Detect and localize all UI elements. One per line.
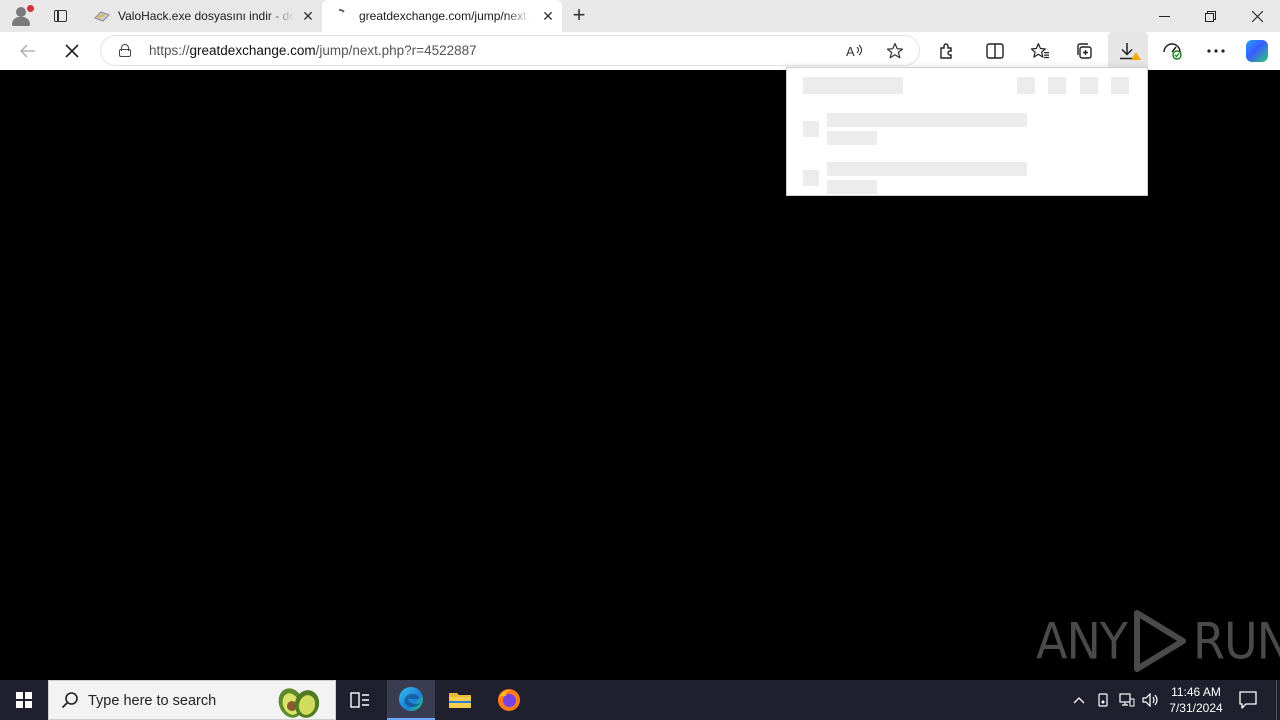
back-button[interactable] [14, 38, 42, 64]
show-hidden-icons-button[interactable] [1068, 680, 1090, 720]
favorites-icon[interactable] [1025, 38, 1055, 64]
profile-icon[interactable] [9, 4, 35, 28]
tab-valohack[interactable]: ValoHack.exe dosyasını indir - do ✕ [84, 0, 322, 32]
task-view-icon [350, 692, 369, 708]
play-icon [1133, 610, 1186, 672]
copilot-icon[interactable] [1242, 38, 1272, 64]
favorite-star-icon[interactable] [884, 41, 906, 61]
folder-icon [449, 693, 471, 708]
svg-text:A: A [846, 44, 855, 59]
taskbar-file-explorer[interactable] [436, 680, 484, 720]
browser-toolbar: https://greatdexchange.com/jump/next.php… [0, 32, 1280, 70]
collections-icon[interactable] [1069, 38, 1099, 64]
taskbar-firefox[interactable] [485, 680, 533, 720]
chevron-up-icon [1073, 697, 1085, 704]
close-window-button[interactable] [1234, 0, 1280, 32]
lock-icon[interactable] [119, 44, 131, 57]
loading-icon [338, 9, 345, 13]
downloads-button[interactable] [1108, 32, 1148, 70]
url-text[interactable]: https://greatdexchange.com/jump/next.php… [149, 43, 477, 58]
system-clock[interactable]: 11:46 AM 7/31/2024 [1160, 684, 1232, 716]
notification-icon [1239, 691, 1257, 709]
extensions-icon[interactable] [932, 38, 962, 64]
volume-icon[interactable] [1141, 680, 1161, 720]
back-arrow-icon [20, 44, 35, 58]
skeleton-button [1048, 77, 1066, 94]
skeleton-file-icon [803, 121, 819, 137]
tab-actions-icon[interactable] [48, 6, 72, 26]
split-screen-icon[interactable] [980, 38, 1010, 64]
skeleton-line [827, 113, 1027, 127]
windows-logo-icon [16, 692, 32, 708]
tab-strip: ValoHack.exe dosyasını indir - do ✕ grea… [0, 0, 1280, 32]
search-placeholder: Type here to search [88, 693, 217, 709]
more-icon[interactable] [1201, 38, 1231, 64]
edge-icon [399, 687, 423, 711]
address-bar[interactable]: https://greatdexchange.com/jump/next.php… [100, 35, 920, 66]
tab-title: greatdexchange.com/jump/next.p [359, 9, 531, 23]
skeleton-button [1017, 77, 1035, 94]
clock-time: 11:46 AM [1171, 685, 1221, 699]
restore-button[interactable] [1187, 0, 1233, 32]
avocado-icon [278, 688, 320, 718]
close-tab-icon[interactable]: ✕ [540, 8, 556, 24]
stop-icon [65, 44, 79, 58]
skeleton-line [827, 180, 877, 194]
downloads-flyout [786, 67, 1148, 196]
warning-icon [1131, 52, 1141, 60]
notifications-button[interactable] [1236, 680, 1260, 720]
stop-loading-button[interactable] [58, 38, 86, 64]
network-icon[interactable] [1117, 680, 1137, 720]
search-icon [61, 692, 78, 709]
read-aloud-icon[interactable]: A [844, 41, 866, 61]
taskbar-edge[interactable] [387, 680, 435, 720]
task-view-button[interactable] [336, 680, 384, 720]
anyrun-watermark: ANY RUN [1036, 608, 1280, 674]
clock-date: 7/31/2024 [1169, 701, 1223, 715]
skeleton-button [1080, 77, 1098, 94]
firefox-icon [498, 689, 520, 711]
device-tray-icon[interactable] [1093, 680, 1113, 720]
show-desktop-button[interactable] [1276, 680, 1280, 720]
close-tab-icon[interactable]: ✕ [300, 8, 316, 24]
tab-title: ValoHack.exe dosyasını indir - do [118, 9, 294, 23]
minimize-button[interactable] [1141, 0, 1187, 32]
skeleton-file-icon [803, 170, 819, 186]
performance-icon[interactable] [1157, 38, 1187, 64]
new-tab-button[interactable]: + [568, 4, 590, 27]
taskbar: Type here to search 11:46 AM 7/31/2024 [0, 680, 1280, 720]
skeleton-line [827, 162, 1027, 176]
start-button[interactable] [0, 680, 48, 720]
skeleton-title [803, 77, 903, 94]
tab-greatdexchange[interactable]: greatdexchange.com/jump/next.p ✕ [322, 0, 562, 32]
skeleton-button [1111, 77, 1129, 94]
taskbar-search-box[interactable]: Type here to search [48, 680, 336, 720]
skeleton-line [827, 131, 877, 145]
page-icon [94, 11, 110, 22]
